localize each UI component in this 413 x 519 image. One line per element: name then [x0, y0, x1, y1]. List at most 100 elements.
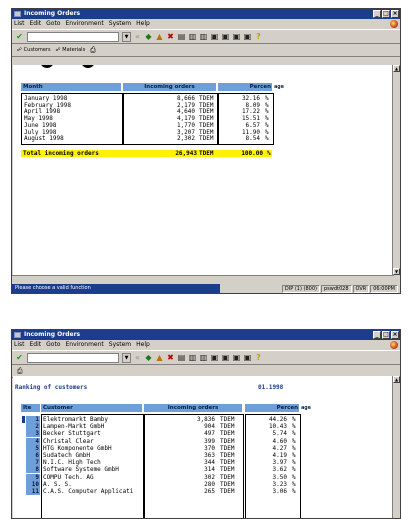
window-system-icon[interactable] — [14, 332, 21, 338]
percent-cell: 3.06 — [272, 488, 287, 495]
customer-cell[interactable]: HTG Komponente GmbH — [43, 445, 141, 452]
command-dropdown-icon[interactable]: ▼ — [122, 31, 131, 42]
customer-cell[interactable]: COMPU Tech. AG — [43, 474, 141, 481]
next-page-icon[interactable]: ▣ — [232, 353, 241, 362]
menu-goto[interactable]: Goto — [46, 340, 60, 350]
maximize-icon[interactable]: □ — [382, 10, 390, 18]
title-bar[interactable]: Incoming Orders _ □ × — [12, 330, 400, 340]
total-row[interactable]: Total incoming orders 26,943 TDEM 100.00… — [21, 150, 272, 157]
print-preview-icon[interactable]: ⎙ — [90, 46, 96, 55]
title-bar[interactable]: Incoming Orders _ □ × — [12, 9, 400, 19]
col-month-header[interactable]: Month — [21, 83, 121, 91]
window-system-icon[interactable] — [14, 11, 21, 17]
cancel-icon[interactable]: ✖ — [166, 353, 175, 362]
menu-system[interactable]: System — [109, 340, 131, 350]
scroll-down-icon[interactable]: ▼ — [393, 268, 400, 275]
status-message: Please choose a valid function — [12, 284, 220, 293]
percent-cell: 3.62 — [272, 466, 287, 474]
previous-page-icon[interactable]: ▣ — [221, 32, 230, 41]
last-page-icon[interactable]: ▣ — [243, 353, 252, 362]
col-percent-header[interactable]: Percen — [245, 404, 299, 412]
unit-cell: TDEM — [220, 459, 235, 467]
print-icon[interactable]: ▤ — [177, 32, 186, 41]
next-page-icon[interactable]: ▣ — [232, 32, 241, 41]
find-icon[interactable]: ▥ — [188, 353, 197, 362]
exit-icon[interactable]: ▲ — [155, 353, 164, 362]
maximize-icon[interactable]: □ — [382, 331, 390, 339]
scroll-up-icon[interactable]: ▲ — [393, 65, 400, 72]
customer-cell[interactable]: Lampen-Markt GmbH — [43, 423, 141, 430]
save-icon[interactable]: « — [133, 32, 142, 41]
enter-check-icon[interactable]: ✔ — [15, 32, 24, 41]
percent-sign-cell: % — [292, 466, 296, 474]
marker-5: 5 — [40, 65, 54, 68]
menu-environment[interactable]: Environment — [65, 340, 103, 350]
percent-sign-cell: % — [292, 423, 296, 431]
customers-button[interactable]: ☍ Customers — [17, 47, 51, 53]
percent-sign-cell: % — [292, 452, 296, 459]
menu-edit[interactable]: Edit — [30, 340, 42, 350]
close-icon[interactable]: × — [391, 10, 399, 18]
print-icon[interactable]: ▤ — [177, 353, 186, 362]
find-icon[interactable]: ▥ — [188, 32, 197, 41]
col-percent-header[interactable]: Percen — [218, 83, 272, 91]
menu-help[interactable]: Help — [136, 19, 150, 29]
find-next-icon[interactable]: ▥ — [199, 32, 208, 41]
back-icon[interactable]: ◆ — [144, 32, 153, 41]
command-field[interactable] — [27, 352, 119, 363]
menu-goto[interactable]: Goto — [46, 19, 60, 29]
rank-cell: 8 — [26, 466, 40, 474]
amount-cell: 314 — [204, 466, 215, 474]
customer-cell[interactable]: Sudatech GmbH — [43, 452, 141, 459]
menu-list[interactable]: List — [14, 340, 25, 350]
save-icon[interactable]: « — [133, 353, 142, 362]
first-page-icon[interactable]: ▣ — [210, 32, 219, 41]
command-dropdown-icon[interactable]: ▼ — [122, 352, 131, 363]
customer-cell[interactable]: Software Systeme GmbH — [43, 466, 141, 473]
amount-cell: 280 — [204, 480, 215, 488]
menu-edit[interactable]: Edit — [30, 19, 42, 29]
exit-icon[interactable]: ▲ — [155, 32, 164, 41]
customer-cell[interactable]: Elektromarkt Bamby — [43, 416, 141, 423]
col-orders-header[interactable]: Incoming orders — [123, 83, 216, 91]
back-icon[interactable]: ◆ — [144, 353, 153, 362]
horizontal-scrollbar[interactable] — [12, 275, 394, 283]
materials-button[interactable]: ☍ Materials — [56, 47, 86, 53]
minimize-icon[interactable]: _ — [373, 331, 381, 339]
customer-cell[interactable]: Becker Stuttgart — [43, 430, 141, 437]
customer-cell[interactable]: C.A.S. Computer Applicati — [43, 488, 141, 495]
close-icon[interactable]: × — [391, 331, 399, 339]
unit-cell: TDEM — [199, 135, 214, 143]
row-select-marker[interactable] — [22, 416, 25, 423]
find-next-icon[interactable]: ▥ — [199, 353, 208, 362]
menu-help[interactable]: Help — [136, 340, 150, 350]
enter-check-icon[interactable]: ✔ — [15, 353, 24, 362]
menu-environment[interactable]: Environment — [65, 19, 103, 29]
last-page-icon[interactable]: ▣ — [243, 32, 252, 41]
vertical-scrollbar[interactable]: ▲ — [392, 376, 400, 518]
menu-list[interactable]: List — [14, 19, 25, 29]
total-percent: 100.00 — [241, 150, 263, 157]
cancel-icon[interactable]: ✖ — [166, 32, 175, 41]
help-icon[interactable]: ? — [254, 353, 263, 362]
help-icon[interactable]: ? — [254, 32, 263, 41]
customer-cell[interactable]: A. S. S. — [43, 481, 141, 488]
amount-cell: 497 — [204, 430, 215, 438]
first-page-icon[interactable]: ▣ — [210, 353, 219, 362]
print-preview-icon[interactable]: ⎙ — [17, 367, 23, 376]
scroll-up-icon[interactable]: ▲ — [393, 376, 400, 383]
amount-cell: 363 — [204, 452, 215, 459]
previous-page-icon[interactable]: ▣ — [221, 353, 230, 362]
customer-cell[interactable]: Christal Clear — [43, 438, 141, 445]
col-orders-header[interactable]: Incoming orders — [144, 404, 242, 412]
col-rank-header[interactable]: Ite — [21, 404, 40, 412]
customer-cell[interactable]: N.I.C. High Tech — [43, 459, 141, 466]
sap-logo-icon — [390, 341, 398, 349]
standard-toolbar: ✔ ▼ « ◆ ▲ ✖ ▤ ▥ ▥ ▣ ▣ ▣ ▣ ? — [12, 29, 400, 44]
vertical-scrollbar[interactable]: ▲ ▼ — [392, 65, 400, 275]
minimize-icon[interactable]: _ — [373, 10, 381, 18]
col-customer-header[interactable]: Customer — [41, 404, 142, 412]
percent-cell: 5.74 — [272, 430, 287, 438]
command-field[interactable] — [27, 31, 119, 42]
menu-system[interactable]: System — [109, 19, 131, 29]
